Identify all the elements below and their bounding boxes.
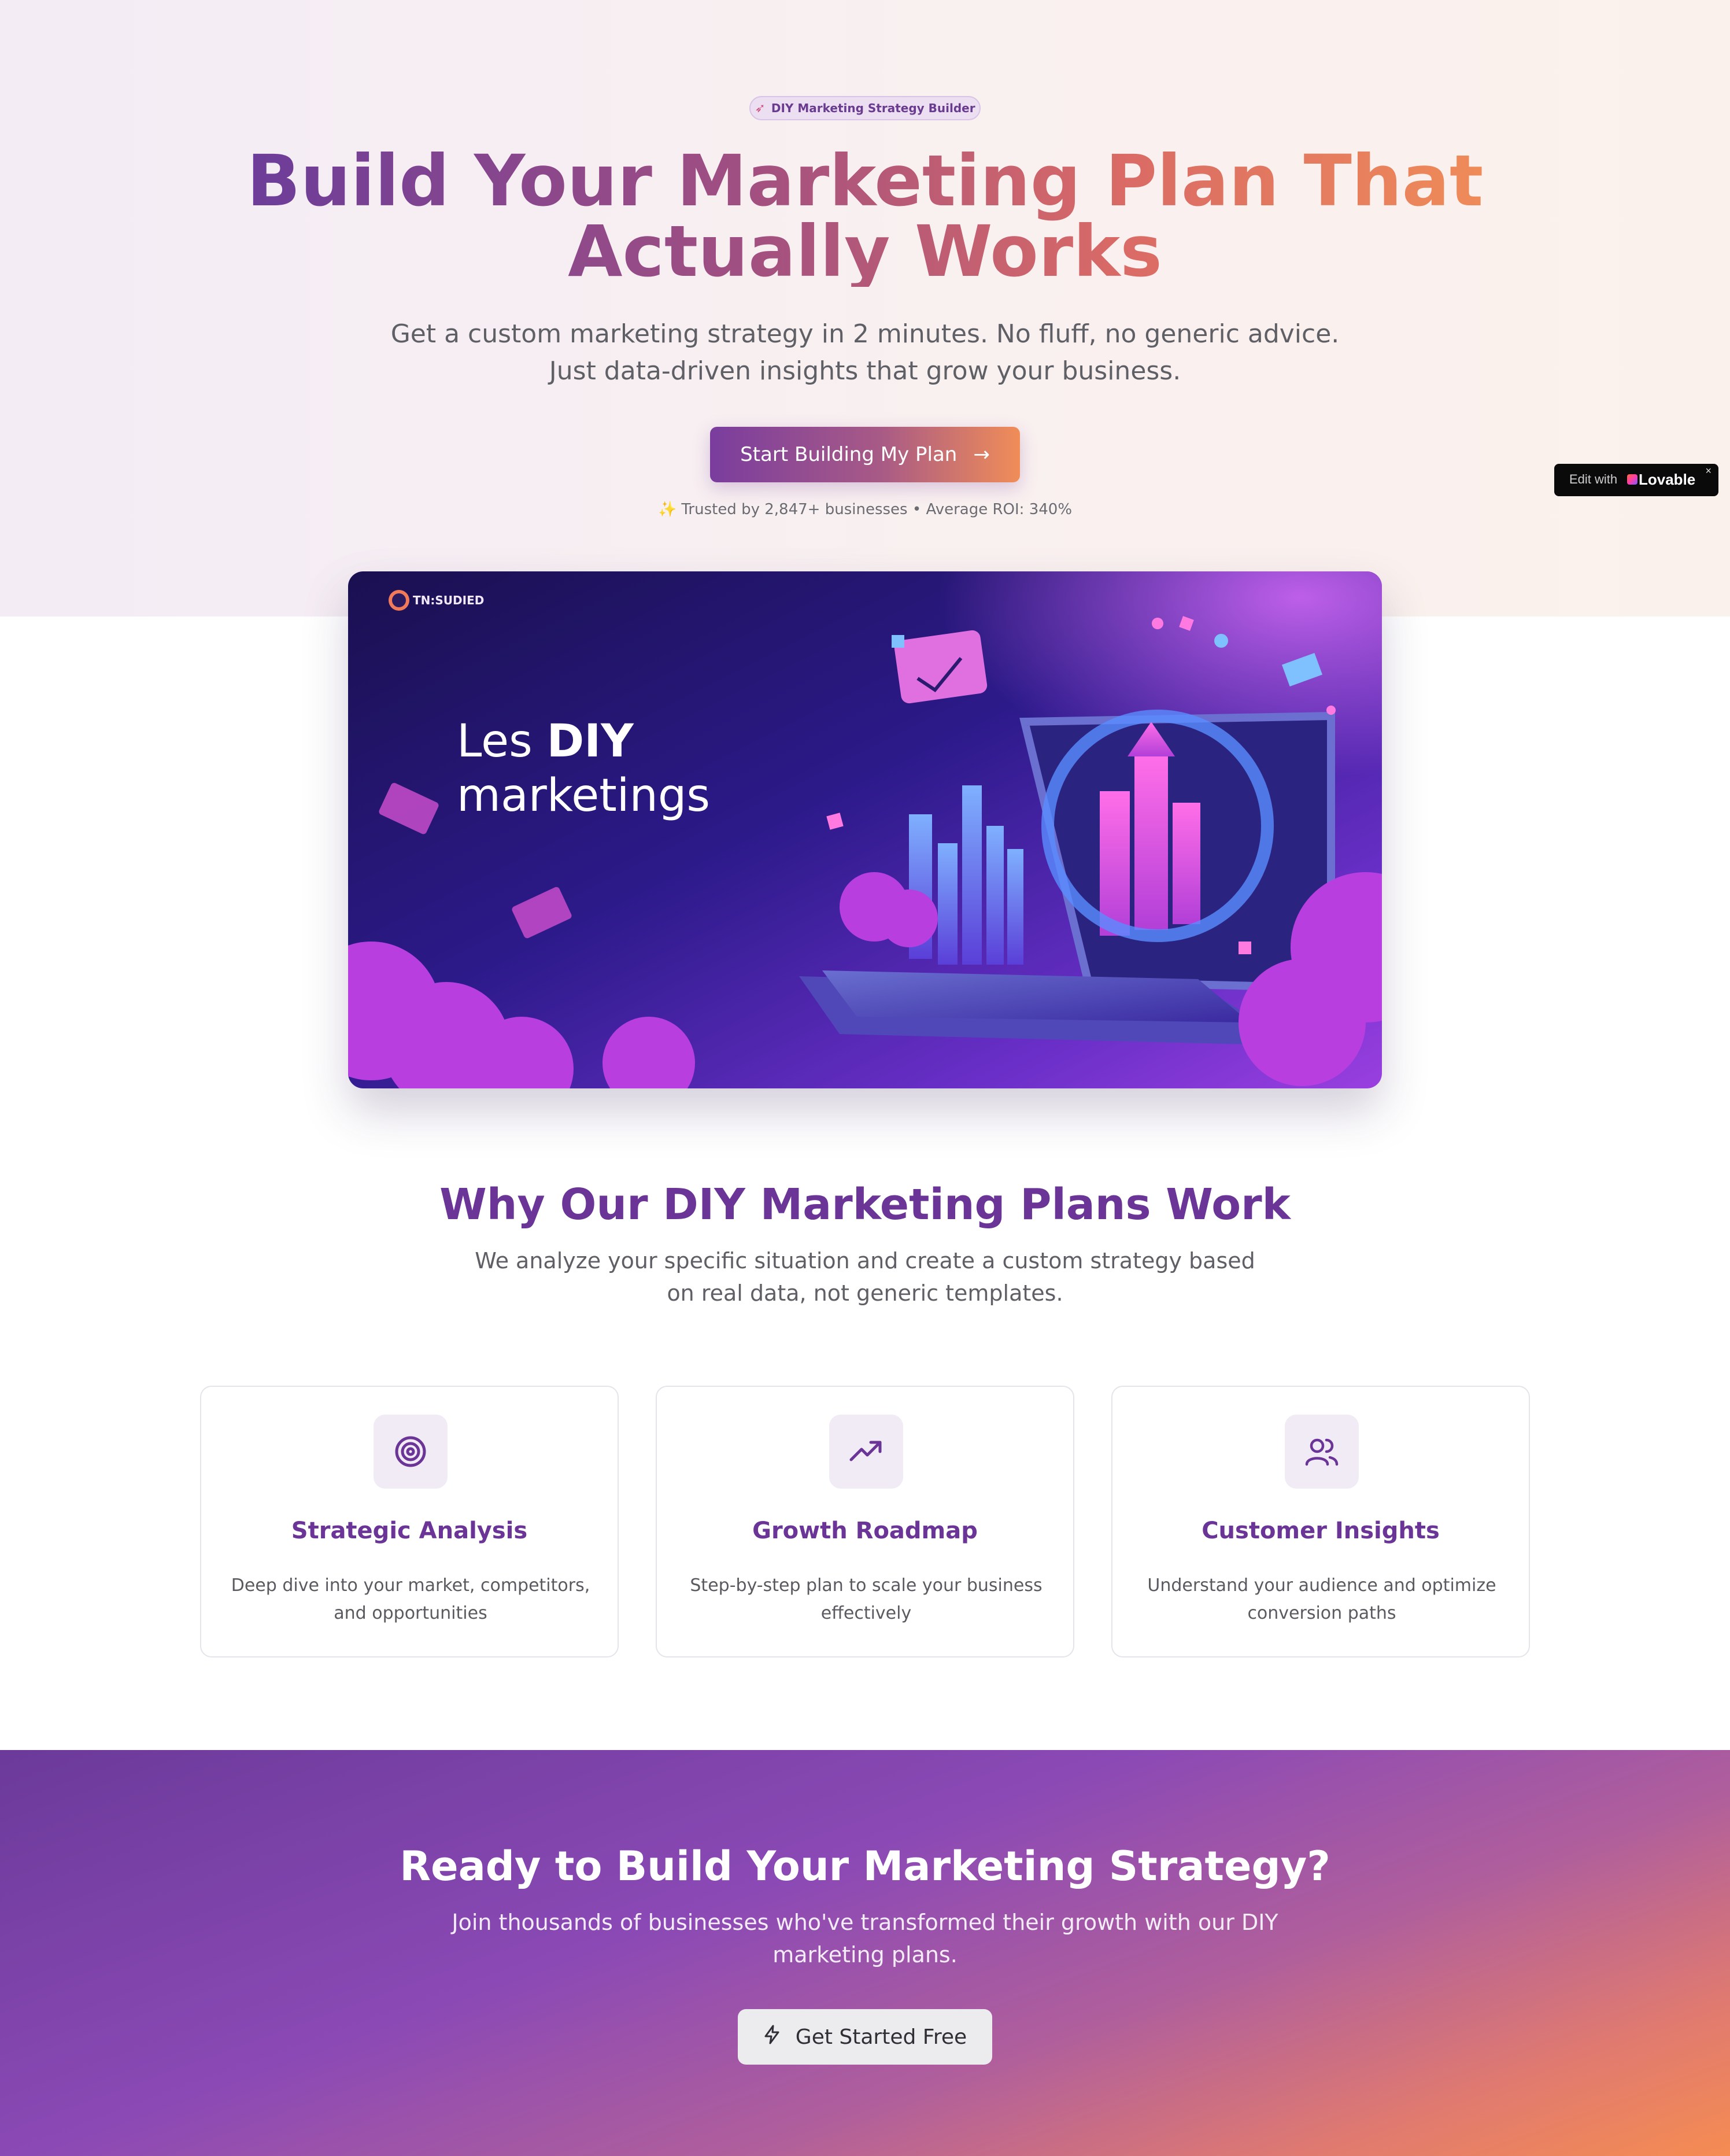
banner-headline-line1: Les DIY xyxy=(457,715,634,767)
get-started-free-button[interactable]: Get Started Free xyxy=(738,2009,992,2065)
users-icon xyxy=(1285,1415,1359,1489)
card-title: Strategic Analysis xyxy=(291,1518,528,1544)
why-section-subtitle: We analyze your specific situation and c… xyxy=(475,1248,1255,1306)
hero-badge: ➶ DIY Marketing Strategy Builder xyxy=(749,96,981,120)
trending-up-icon xyxy=(829,1415,903,1489)
banner-logo-text: TN:SUDIED xyxy=(413,593,484,607)
hero-title-line2: Actually Works xyxy=(568,211,1162,293)
close-icon[interactable]: × xyxy=(1705,465,1711,477)
trust-line: ✨ Trusted by 2,847+ businesses • Average … xyxy=(518,501,1212,518)
start-building-button[interactable]: Start Building My Plan → xyxy=(710,427,1020,482)
feature-card-strategic-analysis: Strategic Analysis Deep dive into your m… xyxy=(200,1386,619,1657)
edit-badge-prefix: Edit with xyxy=(1569,472,1618,486)
feature-card-growth-roadmap: Growth Roadmap Step-by-step plan to scal… xyxy=(656,1386,1074,1657)
edit-badge-brand: Lovable xyxy=(1639,471,1696,488)
hero-subtitle: Get a custom marketing strategy in 2 min… xyxy=(374,316,1356,390)
card-title: Growth Roadmap xyxy=(752,1518,978,1544)
get-started-free-label: Get Started Free xyxy=(795,2025,967,2049)
card-text: Deep dive into your market, competitors,… xyxy=(231,1575,590,1623)
why-section-title: Why Our DIY Marketing Plans Work xyxy=(439,1180,1291,1230)
hero-title-line1: Build Your Marketing Plan That xyxy=(246,140,1484,222)
hero-banner-image: TN:SUDIED Les DIY marketings xyxy=(348,571,1382,1088)
rocket-icon: ➶ xyxy=(755,101,766,116)
edit-with-lovable-badge[interactable]: Edit with Lovable × xyxy=(1554,464,1718,496)
target-icon xyxy=(374,1415,448,1489)
hero-section xyxy=(0,0,1730,616)
trust-text: Trusted by 2,847+ businesses • Average R… xyxy=(681,501,1073,518)
badge-label: DIY Marketing Strategy Builder xyxy=(771,101,975,115)
banner-headline-line2: marketings xyxy=(457,770,710,822)
card-text: Step-by-step plan to scale your business… xyxy=(690,1575,1043,1623)
card-title: Customer Insights xyxy=(1202,1518,1440,1544)
hero-subtitle-line1: Get a custom marketing strategy in 2 min… xyxy=(390,319,1340,349)
zap-icon xyxy=(763,2025,781,2050)
feature-card-customer-insights: Customer Insights Understand your audien… xyxy=(1111,1386,1530,1657)
hero-title: Build Your Marketing Plan That Actually … xyxy=(229,146,1501,287)
cta-subtitle: Join thousands of businesses who've tran… xyxy=(452,1910,1278,1967)
sparkles-icon: ✨ xyxy=(657,501,677,518)
lovable-logo-icon xyxy=(1627,474,1637,485)
cta-title: Ready to Build Your Marketing Strategy? xyxy=(400,1843,1330,1890)
card-text: Understand your audience and optimize co… xyxy=(1147,1575,1496,1623)
arrow-right-icon: → xyxy=(973,443,990,466)
hero-subtitle-line2: Just data-driven insights that grow your… xyxy=(549,356,1181,386)
start-building-label: Start Building My Plan xyxy=(740,443,958,466)
